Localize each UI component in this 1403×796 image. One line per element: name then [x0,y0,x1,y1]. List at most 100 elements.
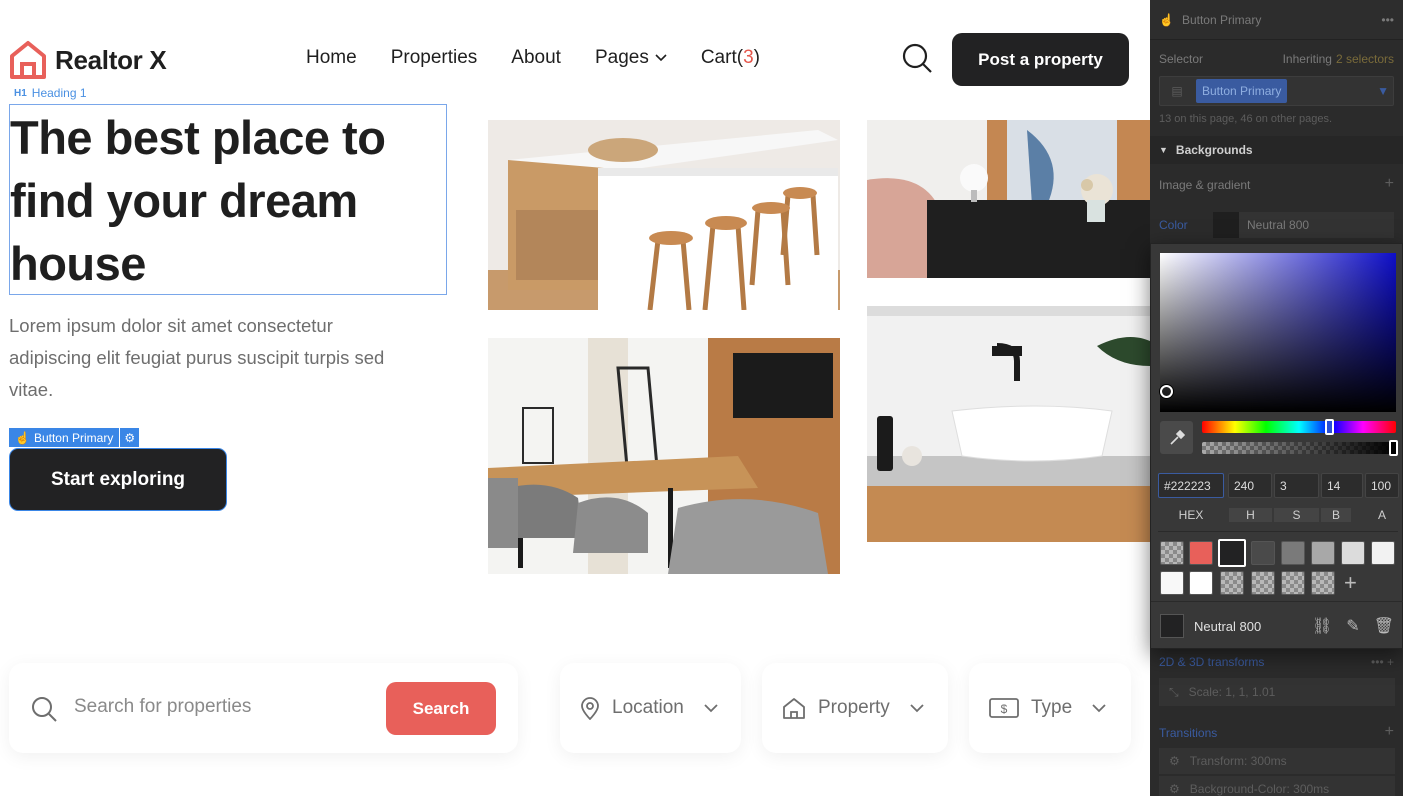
nav-home[interactable]: Home [306,47,357,69]
logo[interactable]: Realtor X [9,40,167,80]
gear-icon[interactable]: ⚙ [120,428,140,447]
sv-handle[interactable] [1160,385,1173,398]
transition-2[interactable]: Background-Color: 300ms [1190,782,1329,796]
property-dropdown[interactable]: Property [762,663,948,753]
transition-icon: ⚙ [1169,782,1180,796]
swatch[interactable] [1311,541,1335,565]
backgrounds-section[interactable]: Backgrounds [1176,143,1253,157]
caret-down-icon[interactable]: ▼ [1159,145,1168,155]
swatch[interactable] [1281,541,1305,565]
search-button[interactable]: Search [386,682,496,735]
transition-icon: ⚙ [1169,754,1180,768]
hero-paragraph[interactable]: Lorem ipsum dolor sit amet consectetur a… [9,310,409,406]
swatch[interactable] [1341,541,1365,565]
main-nav: Home Properties About Pages Cart(3) [306,47,760,69]
hex-label: HEX [1178,508,1204,522]
alpha-handle[interactable] [1389,440,1398,456]
s-input[interactable]: 3 [1274,473,1319,498]
scale-value[interactable]: Scale: 1, 1, 1.01 [1189,685,1276,699]
swatch-selected[interactable] [1218,539,1246,567]
hero-title[interactable]: The best place to find your dream house [10,106,450,295]
swatch[interactable] [1371,541,1395,565]
nav-about[interactable]: About [511,47,561,69]
inheriting-label: Inheriting [1282,52,1332,66]
h-label[interactable]: H [1229,508,1272,522]
color-field[interactable]: Neutral 800 [1213,212,1394,238]
property-label: Property [818,697,890,718]
hand-icon: ☝ [15,430,30,445]
search-card: Search for properties Search [9,663,518,753]
chevron-down-icon[interactable]: ▼ [1377,84,1389,98]
panel-header-title: Button Primary [1181,12,1262,27]
swatch-divider [1158,531,1398,532]
swatch[interactable] [1281,571,1305,595]
dollar-bill-icon: $ [989,698,1019,718]
b-label[interactable]: B [1321,508,1351,522]
image-gradient-label: Image & gradient [1159,178,1251,192]
a-input[interactable]: 100 [1365,473,1399,498]
transition-1[interactable]: Transform: 300ms [1190,754,1287,768]
trash-icon[interactable]: 🗑 [1374,616,1394,636]
swatch[interactable] [1160,541,1184,565]
swatch[interactable] [1251,541,1275,565]
search-input[interactable]: Search for properties [74,696,251,718]
heading-tag-label: Heading 1 [31,86,87,100]
cart-label: Cart( [700,47,744,68]
location-label: Location [612,697,684,718]
swatch[interactable] [1189,571,1213,595]
add-icon[interactable]: + [1385,176,1394,192]
color-swatch [1213,212,1239,238]
location-pin-icon [581,697,599,720]
swatch[interactable] [1311,571,1335,595]
h1-icon: H1 [14,87,27,99]
search-icon[interactable] [901,42,933,79]
hue-handle[interactable] [1325,419,1334,435]
button-selection-tag[interactable]: ☝ Button Primary ⚙ [9,428,140,447]
living-room-photo [867,120,1150,278]
post-property-button[interactable]: Post a property [952,33,1129,86]
selector-icon: ▤ [1171,84,1183,98]
color-value: Neutral 800 [1247,218,1310,232]
kitchen-photo [488,120,840,310]
selector-chip[interactable]: Button Primary [1196,79,1288,103]
h-input[interactable]: 240 [1228,473,1272,498]
transforms-label[interactable]: 2D & 3D transforms [1159,655,1264,669]
eyedropper-icon[interactable] [1160,421,1193,454]
location-dropdown[interactable]: Location [560,663,741,753]
alpha-slider[interactable] [1202,440,1398,456]
brand-name: Realtor X [55,44,167,75]
swatch[interactable] [1160,571,1184,595]
bathroom-photo [867,306,1150,542]
unlink-icon[interactable]: ⛓ [1312,616,1332,636]
heading-selection-tag: H1 Heading 1 [14,86,87,100]
swatch[interactable] [1251,571,1275,595]
nav-properties[interactable]: Properties [391,47,478,69]
transform-icon: ⤡ [1169,684,1179,699]
design-canvas: Realtor X Home Properties About Pages Ca… [0,0,1150,796]
color-picker: #222223 240 3 14 100 HEX H S B A + Neutr… [1150,243,1403,649]
nav-pages[interactable]: Pages [595,47,667,69]
hex-input[interactable]: #222223 [1158,473,1224,498]
swatch-name: Neutral 800 [1194,618,1262,634]
add-swatch-icon[interactable]: + [1344,571,1357,595]
hue-slider[interactable] [1202,419,1396,435]
nav-cart[interactable]: Cart(3) [701,47,760,69]
button-tag-label: Button Primary [33,430,114,445]
more-icon[interactable]: ••• + [1371,655,1394,669]
b-input[interactable]: 14 [1321,473,1363,498]
cart-close: ) [753,47,760,68]
inheriting-count[interactable]: 2 selectors [1336,52,1394,66]
type-dropdown[interactable]: $ Type [969,663,1131,753]
house-logo-icon [10,41,46,79]
saturation-brightness-area[interactable] [1160,253,1396,412]
more-icon[interactable]: ••• [1381,13,1394,27]
edit-icon[interactable]: ✎ [1346,616,1359,636]
dining-area-photo [488,338,840,574]
transitions-label[interactable]: Transitions [1159,726,1217,740]
swatch[interactable] [1189,541,1213,565]
chevron-down-icon [1092,703,1106,712]
swatch[interactable] [1220,571,1244,595]
s-label[interactable]: S [1274,508,1319,522]
add-icon[interactable]: + [1385,724,1394,740]
start-exploring-button[interactable]: Start exploring [9,448,227,511]
